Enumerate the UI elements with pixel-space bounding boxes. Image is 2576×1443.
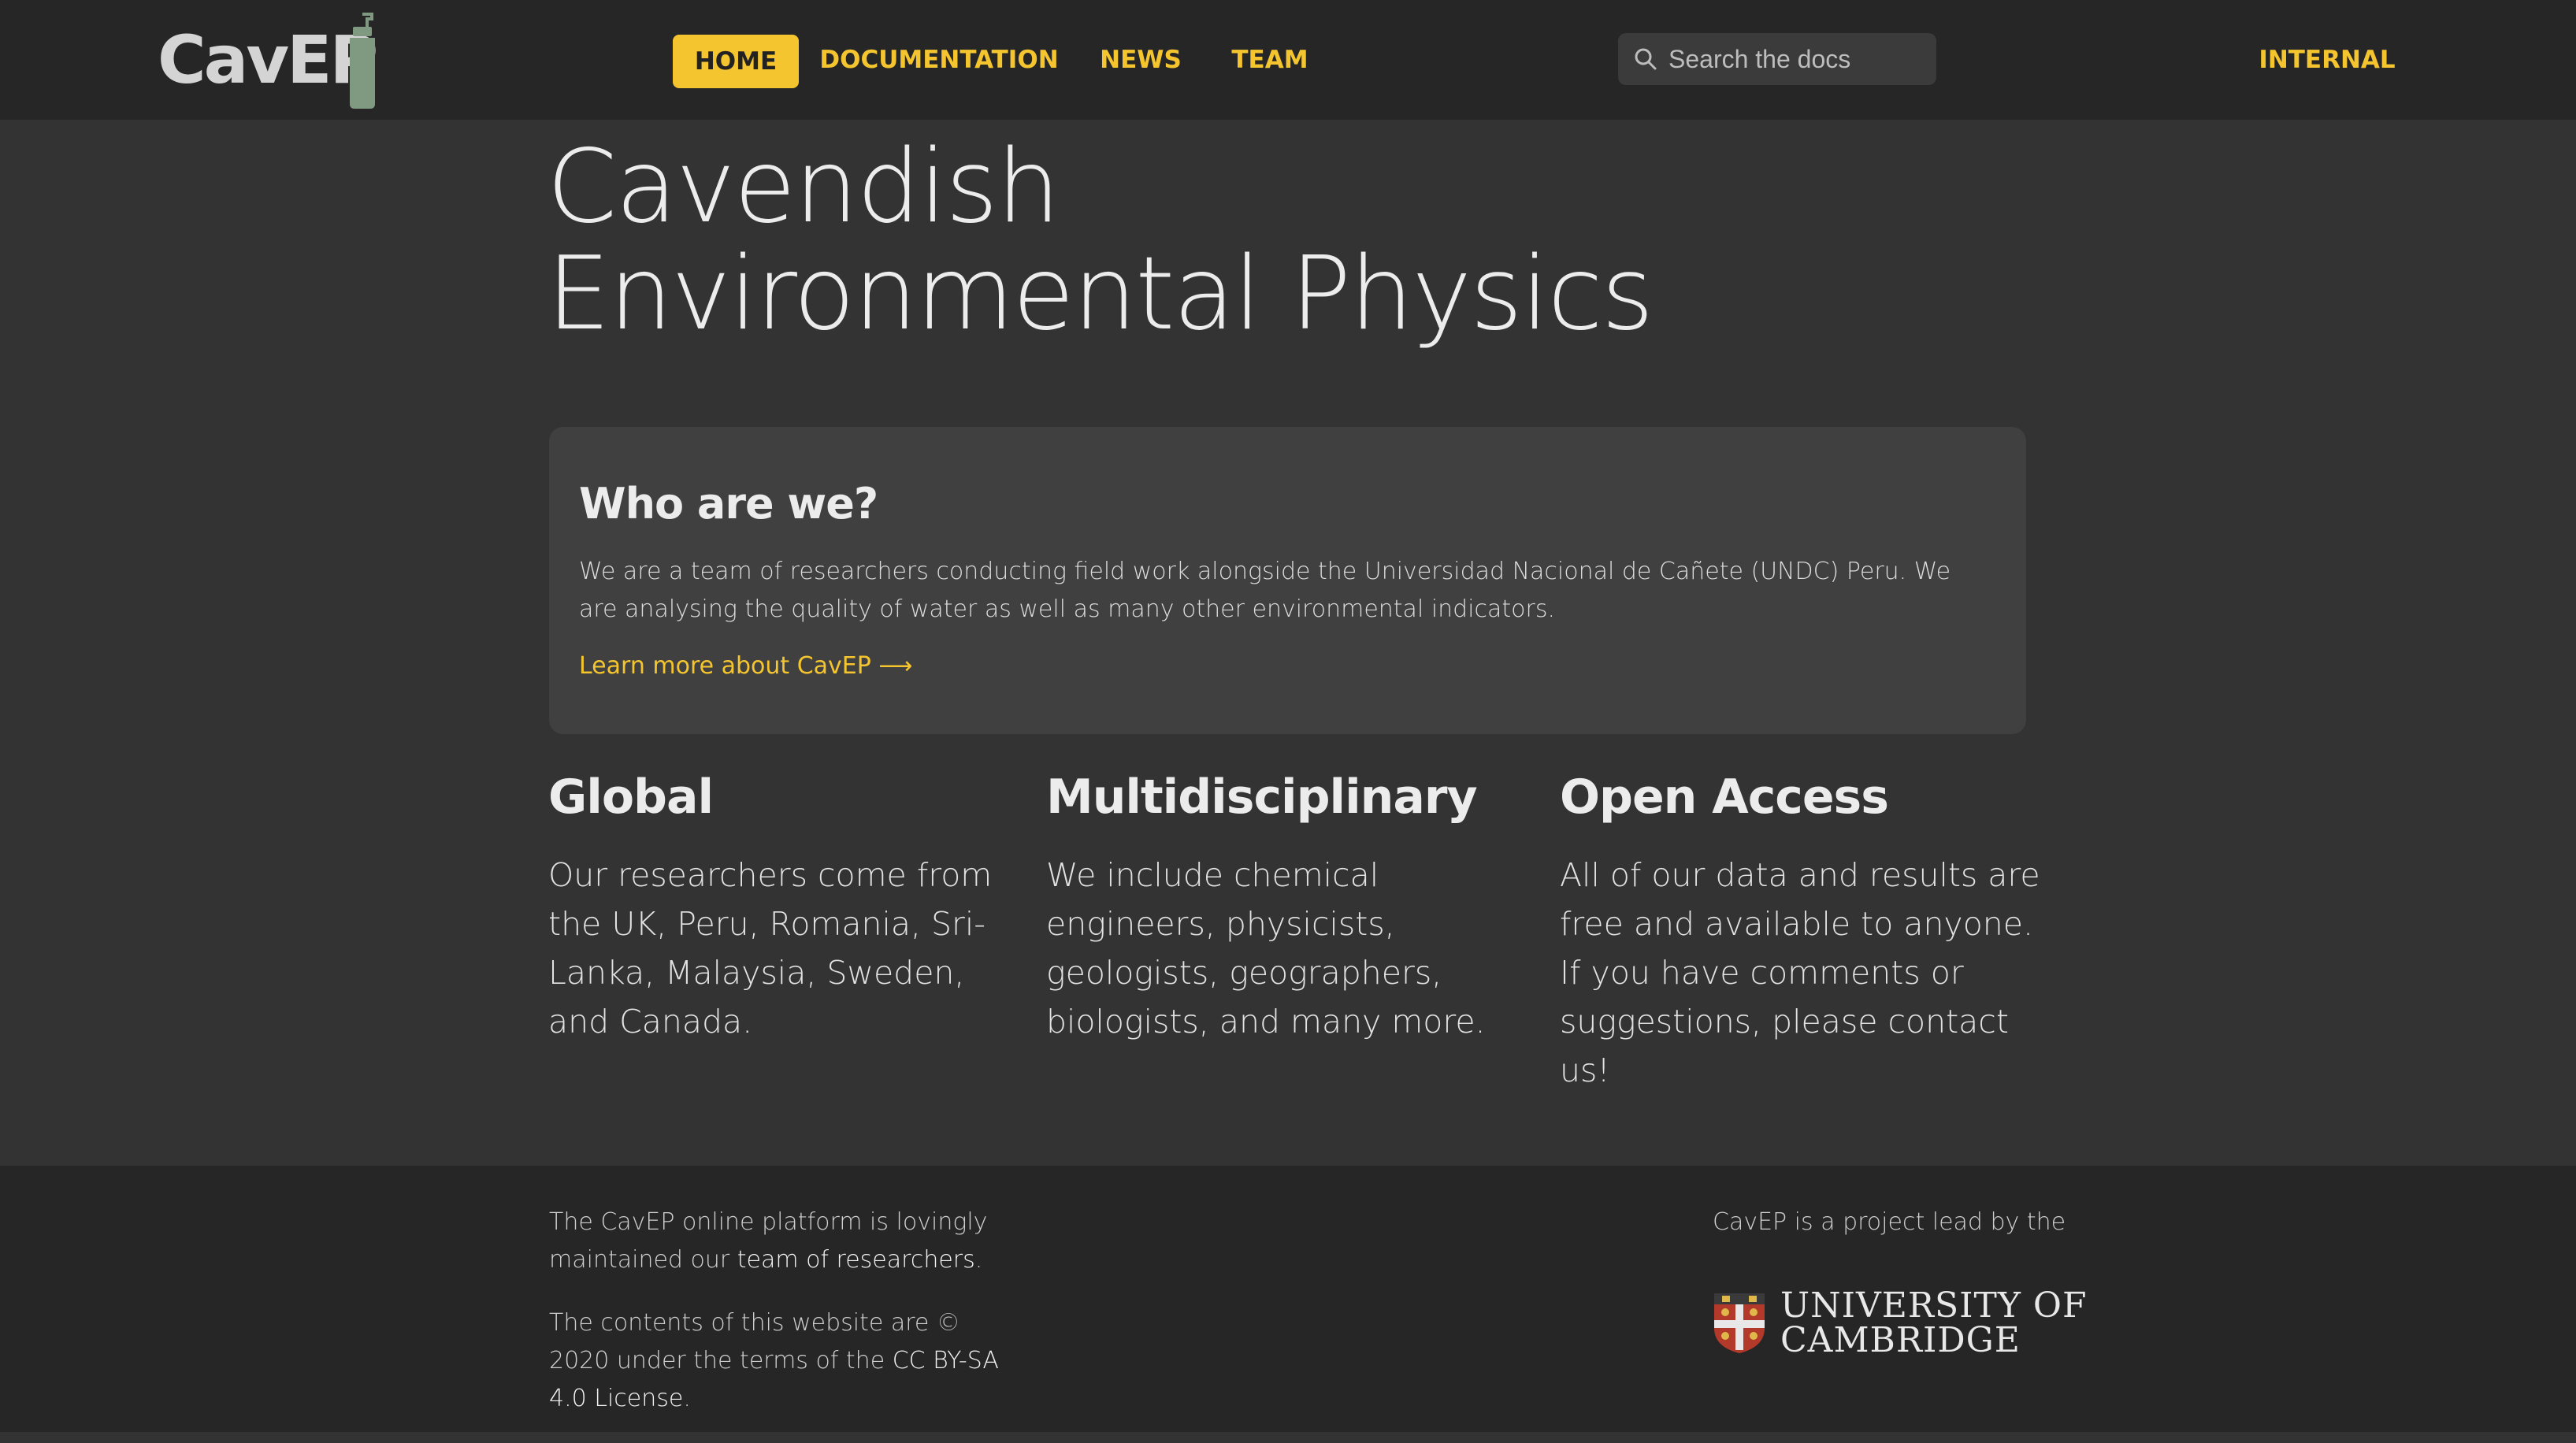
feature-title: Global — [548, 770, 714, 825]
feature-body: We include chemical engineers, physicist… — [1046, 856, 1486, 1041]
site-footer: The CavEP online platform is lovingly ma… — [0, 1166, 2576, 1432]
nav-news-link[interactable]: NEWS — [1100, 0, 1182, 120]
footer-lead-text: CavEP is a project lead by the — [1713, 1208, 2066, 1236]
footer-maintained-suffix: . — [974, 1246, 983, 1274]
feature-global: Global Our researchers come from the UK,… — [548, 766, 1021, 1046]
page-title-line2: Environmental Physics — [547, 236, 1654, 353]
feature-body: Our researchers come from the UK, Peru, … — [548, 856, 993, 1041]
cambridge-logo[interactable]: UNIVERSITY OF CAMBRIDGE — [1713, 1284, 2088, 1363]
search-box[interactable] — [1618, 33, 1936, 85]
about-body: We are a team of researchers conducting … — [579, 558, 1951, 623]
nav-internal-link[interactable]: INTERNAL — [2259, 0, 2395, 120]
search-input[interactable] — [1667, 43, 1922, 75]
feature-open-access: Open Access All of our data and results … — [1560, 766, 2048, 1095]
cambridge-crest-icon — [1714, 1293, 1765, 1353]
about-title: Who are we? — [579, 479, 878, 529]
bottle-icon — [350, 13, 375, 109]
about-card: Who are we? We are a team of researchers… — [549, 427, 2026, 734]
feature-multidisciplinary: Multidisciplinary We include chemical en… — [1046, 766, 1535, 1046]
footer-left: The CavEP online platform is lovingly ma… — [549, 1204, 1022, 1443]
page-title-line1: Cavendish — [547, 128, 1060, 246]
nav-documentation-link[interactable]: DOCUMENTATION — [819, 0, 1058, 120]
nav-home-button[interactable]: HOME — [673, 35, 799, 88]
top-navbar: CavEP HOME DOCUMENTATION NEWS TEAM INTER… — [0, 0, 2576, 120]
feature-body: All of our data and results are free and… — [1560, 856, 2040, 1089]
cambridge-line1: UNIVERSITY OF — [1780, 1285, 2088, 1326]
cambridge-wordmark: UNIVERSITY OF CAMBRIDGE — [1780, 1289, 2088, 1358]
footer-license: The contents of this website are © 2020 … — [549, 1304, 1022, 1418]
footer-license-suffix: . — [683, 1385, 691, 1412]
search-icon — [1635, 48, 1657, 70]
feature-title: Multidisciplinary — [1046, 770, 1478, 825]
learn-more-link[interactable]: Learn more about CavEP ⟶ — [579, 652, 912, 680]
team-link[interactable]: team of researchers — [737, 1246, 975, 1274]
cambridge-line2: CAMBRIDGE — [1780, 1320, 2021, 1360]
nav-team-link[interactable]: TEAM — [1230, 0, 1309, 120]
feature-title: Open Access — [1560, 770, 1889, 825]
page-title: Cavendish Environmental Physics — [547, 128, 1654, 353]
footer-maintained: The CavEP online platform is lovingly ma… — [549, 1204, 1022, 1279]
